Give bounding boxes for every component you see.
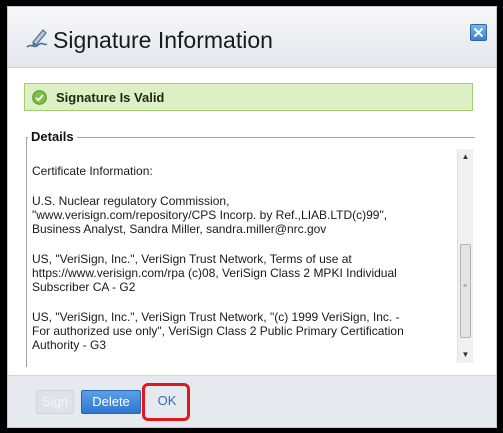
check-circle-icon bbox=[32, 90, 47, 105]
scroll-down-arrow-icon[interactable]: ▼ bbox=[458, 347, 473, 363]
certificate-entry: U.S. Nuclear regulatory Commission, "www… bbox=[32, 194, 388, 236]
signature-status-text: Signature Is Valid bbox=[56, 90, 165, 105]
details-legend: Details bbox=[28, 129, 77, 144]
certificate-heading: Certificate Information: bbox=[32, 164, 153, 178]
scroll-up-arrow-icon[interactable]: ▲ bbox=[458, 149, 473, 165]
details-scrollbar[interactable]: ▲ ≡ ▼ bbox=[457, 149, 473, 363]
signature-status-bar: Signature Is Valid bbox=[24, 83, 473, 111]
grip-icon: ≡ bbox=[463, 283, 468, 290]
dialog-titlebar[interactable]: Signature Information bbox=[8, 7, 496, 68]
scroll-thumb[interactable]: ≡ bbox=[460, 244, 471, 338]
sign-button[interactable]: Sign bbox=[36, 390, 74, 414]
dialog-title: Signature Information bbox=[53, 27, 273, 53]
signature-pen-icon bbox=[24, 26, 50, 52]
certificate-entry: US, "VeriSign, Inc.", VeriSign Trust Net… bbox=[32, 310, 404, 352]
close-icon[interactable] bbox=[470, 24, 487, 41]
certificate-entry: US, "VeriSign, Inc.", VeriSign Trust Net… bbox=[32, 252, 397, 294]
signature-dialog: Signature Information Signature Is Valid… bbox=[7, 6, 497, 428]
ok-highlight-box bbox=[142, 383, 190, 421]
dialog-footer: Sign Delete OK bbox=[8, 375, 496, 427]
delete-button[interactable]: Delete bbox=[81, 390, 141, 414]
certificate-details-text[interactable]: Certificate Information: U.S. Nuclear re… bbox=[32, 150, 453, 363]
